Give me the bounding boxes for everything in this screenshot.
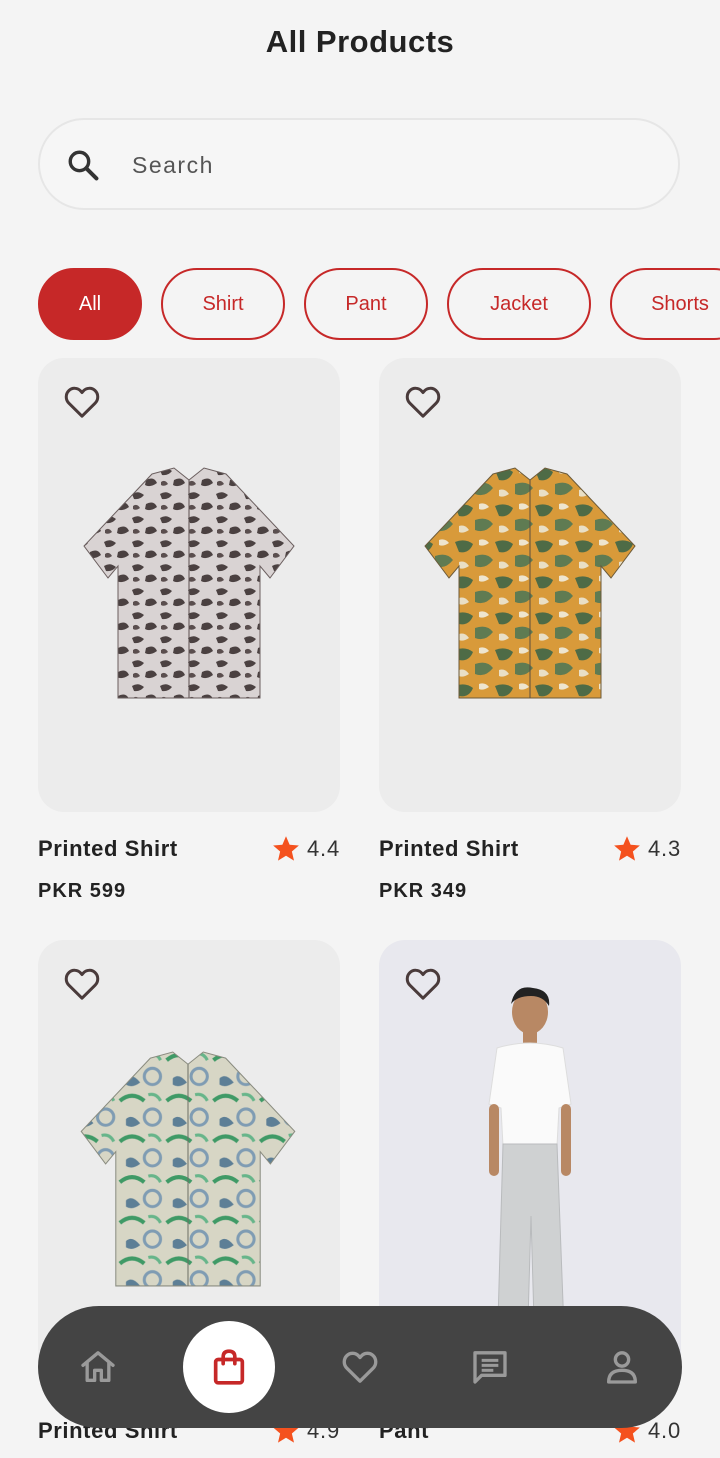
favorite-heart-icon[interactable] — [62, 964, 102, 1004]
product-image[interactable] — [38, 358, 340, 812]
product-rating: 4.4 — [271, 834, 340, 864]
product-price: PKR 349 — [379, 880, 468, 902]
shirt-image — [83, 467, 295, 699]
rating-value: 4.4 — [307, 836, 340, 861]
chat-icon — [473, 1351, 507, 1384]
star-icon — [273, 836, 299, 861]
nav-profile[interactable] — [592, 1337, 652, 1397]
page-title: All Products — [265, 24, 455, 59]
nav-favorites[interactable] — [330, 1337, 390, 1397]
favorite-heart-icon[interactable] — [62, 382, 102, 422]
rating-value: 4.3 — [648, 836, 681, 861]
nav-home[interactable] — [68, 1337, 128, 1397]
favorite-heart-icon[interactable] — [403, 382, 443, 422]
rating-value: 4.0 — [648, 1418, 681, 1443]
favorite-heart-icon[interactable] — [403, 964, 443, 1004]
category-chip-shirt[interactable]: Shirt — [161, 268, 285, 340]
product-price: PKR 599 — [38, 880, 127, 902]
shopping-bag-icon — [213, 1349, 245, 1385]
product-rating: 4.3 — [612, 834, 681, 864]
category-chip-pant[interactable]: Pant — [304, 268, 428, 340]
all-products-screen: All Products All Shirt Pant Jacket Short… — [0, 0, 720, 1458]
home-icon — [81, 1351, 115, 1382]
shirt-image — [80, 1051, 296, 1287]
bottom-navigation — [38, 1306, 682, 1428]
product-image[interactable] — [379, 358, 681, 812]
search-icon — [68, 150, 99, 181]
profile-icon — [607, 1351, 637, 1384]
search-input[interactable] — [130, 142, 654, 188]
star-icon — [614, 836, 640, 861]
product-name: Printed Shirt — [379, 836, 519, 861]
shirt-image — [424, 467, 636, 699]
product-card[interactable]: Printed Shirt 4.3 PKR 349 — [379, 358, 681, 902]
nav-messages[interactable] — [460, 1337, 520, 1397]
nav-shop[interactable] — [183, 1321, 275, 1413]
category-filter: All Shirt Pant Jacket Shorts — [38, 268, 720, 340]
product-name: Printed Shirt — [38, 836, 178, 861]
search-bar[interactable] — [38, 118, 680, 210]
category-chip-jacket[interactable]: Jacket — [447, 268, 591, 340]
product-card[interactable]: Printed Shirt 4.4 PKR 599 — [38, 358, 340, 902]
category-chip-shorts[interactable]: Shorts — [610, 268, 720, 340]
heart-icon — [342, 1351, 378, 1383]
category-chip-all[interactable]: All — [38, 268, 142, 340]
